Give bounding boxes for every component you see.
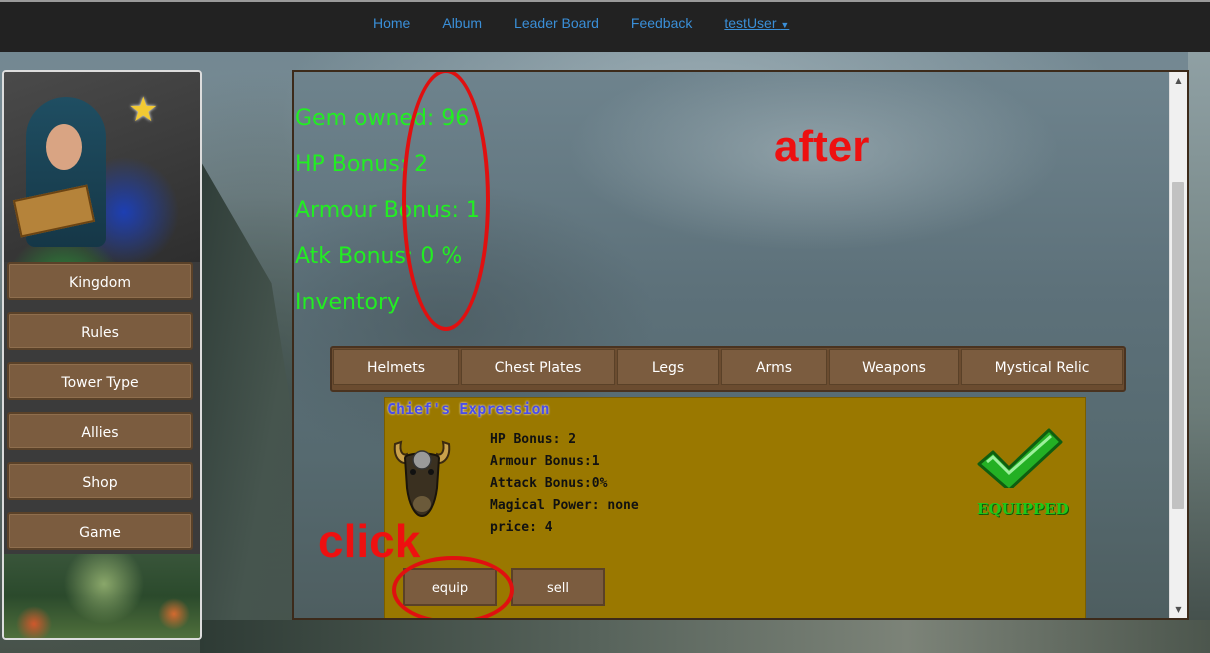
sidebar-item-allies[interactable]: Allies [7,412,193,450]
sell-button[interactable]: sell [511,568,605,606]
sidebar-item-shop[interactable]: Shop [7,462,193,500]
item-hp-bonus: HP Bonus: 2 [490,432,577,447]
item-name: Chief's Expression [387,400,550,418]
scroll-up-arrow-icon[interactable]: ▲ [1170,72,1187,89]
panel-scrollbar[interactable]: ▲ ▼ [1169,72,1187,618]
background-valley [200,620,1210,653]
bull-helmet-icon [393,440,451,518]
item-armour-bonus: Armour Bonus:1 [490,454,600,469]
inventory-heading: Inventory [295,290,401,315]
sidebar-item-rules[interactable]: Rules [7,312,193,350]
portrait-face [46,124,82,170]
checkmark-icon [977,428,1063,488]
scrollbar-thumb[interactable] [1172,182,1184,509]
nav-leaderboard-link[interactable]: Leader Board [514,15,599,31]
village-illustration [4,554,200,638]
star-icon: ★ [128,90,159,130]
sidebar-item-tower-type[interactable]: Tower Type [7,362,193,400]
sidebar-item-game[interactable]: Game [7,512,193,550]
tab-helmets[interactable]: Helmets [333,349,459,385]
inventory-tabs: Helmets Chest Plates Legs Arms Weapons M… [330,346,1126,392]
tab-chest-plates[interactable]: Chest Plates [461,349,615,385]
equipped-status: EQUIPPED [977,500,1069,518]
left-sidebar: ★ Kingdom Rules Tower Type Allies Shop G… [2,70,202,640]
nav-album-link[interactable]: Album [442,15,482,31]
click-annotation: click [318,515,421,567]
item-magical-power: Magical Power: none [490,498,639,513]
nav-feedback-link[interactable]: Feedback [631,15,692,31]
nav-home-link[interactable]: Home [373,15,410,31]
annotation-oval-equip [392,556,514,618]
nav-links: Home Album Leader Board Feedback testUse… [373,15,821,31]
sidebar-item-kingdom[interactable]: Kingdom [7,262,193,300]
sorceress-portrait: ★ [4,72,200,262]
caret-down-icon: ▼ [780,20,790,30]
top-navbar: Home Album Leader Board Feedback testUse… [0,0,1210,52]
user-menu-link[interactable]: testUser ▼ [724,15,789,31]
tab-legs[interactable]: Legs [617,349,719,385]
user-name: testUser [724,15,777,31]
inventory-panel[interactable]: Gem owned: 96 HP Bonus: 2 Armour Bonus: … [292,70,1189,620]
tab-mystical-relic[interactable]: Mystical Relic [961,349,1123,385]
item-attack-bonus: Attack Bonus:0% [490,476,608,491]
tab-weapons[interactable]: Weapons [829,349,959,385]
item-price: price: 4 [490,520,553,535]
after-annotation: after [774,122,870,171]
annotation-oval-stats [402,72,490,331]
tab-arms[interactable]: Arms [721,349,827,385]
background-mountain-right [1188,52,1210,653]
scroll-down-arrow-icon[interactable]: ▼ [1170,601,1187,618]
